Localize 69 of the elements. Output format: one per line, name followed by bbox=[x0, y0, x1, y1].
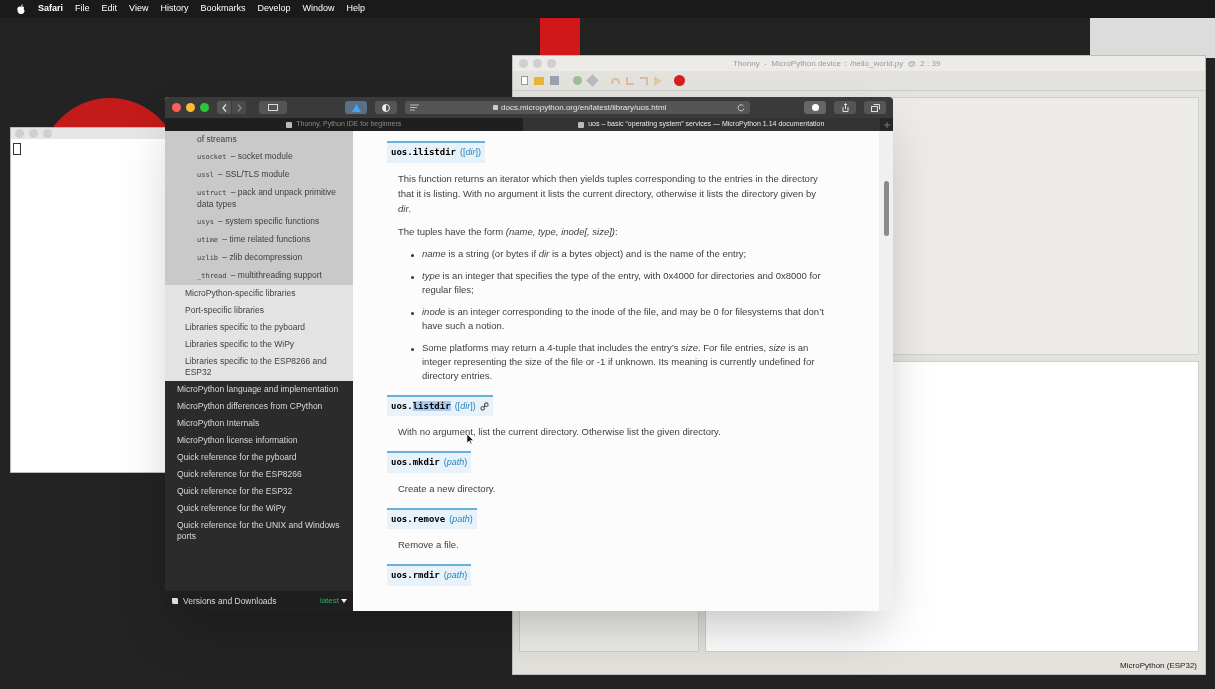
share-icon bbox=[841, 103, 849, 112]
shield-button[interactable] bbox=[375, 101, 397, 114]
address-bar[interactable]: docs.micropython.org/en/latest/library/uos.html bbox=[405, 101, 750, 114]
bullet-icon bbox=[411, 275, 414, 279]
bullet-text: inode is an integer corresponding to the inode of the file, and may be 0 for filesystems that don’t have such a notion. bbox=[422, 304, 825, 333]
menu-item[interactable]: Window bbox=[302, 2, 335, 16]
reader-icon bbox=[410, 104, 419, 111]
bullet-icon bbox=[411, 253, 414, 257]
bullet-icon bbox=[411, 347, 414, 351]
paragraph: Remove a file. bbox=[398, 538, 459, 552]
bullet-text: type is an integer that specifies the type of the entry, with 0x4000 for directories and 0x8000 for regular files; bbox=[422, 268, 822, 297]
plus-icon bbox=[883, 121, 890, 128]
menu-item[interactable]: History bbox=[160, 2, 189, 16]
back-button[interactable] bbox=[217, 101, 231, 114]
menu-item[interactable]: View bbox=[129, 2, 149, 16]
versions-link[interactable]: Versions and Downloads bbox=[183, 594, 277, 608]
function-signature: uos.ilistdir ([dir]) bbox=[387, 141, 486, 163]
menu-item[interactable]: Develop bbox=[257, 2, 291, 16]
text-cursor-icon bbox=[13, 143, 21, 155]
apple-logo-icon[interactable] bbox=[16, 3, 26, 15]
menu-item[interactable]: Help bbox=[346, 2, 365, 16]
download-button[interactable] bbox=[804, 101, 826, 114]
function-signature: uos.listdir ([dir]) bbox=[387, 394, 493, 416]
menu-item[interactable]: Bookmarks bbox=[200, 2, 246, 16]
tabs-icon bbox=[870, 103, 880, 112]
chevron-right-icon bbox=[236, 103, 242, 112]
menu-item[interactable]: File bbox=[75, 2, 90, 16]
favicon-icon bbox=[286, 121, 293, 128]
sidebar-link[interactable]: of streams bbox=[197, 134, 237, 145]
reload-icon bbox=[737, 103, 745, 112]
menu-item[interactable]: Edit bbox=[101, 2, 118, 16]
function-signature: uos.remove (path) bbox=[387, 507, 477, 529]
bullet-text: Some platforms may return a 4-tuple that includes the entry’s size. For file entries, size is an integer representing the size of the file or -1 if unknown. Its meaning is currently undefined for directory entries. bbox=[422, 340, 816, 383]
sidebar-link[interactable]: MicroPython language and implementation bbox=[177, 384, 339, 395]
paragraph: Create a new directory. bbox=[398, 481, 496, 496]
sidebar-link[interactable]: Quick reference for the pyboard bbox=[177, 452, 297, 463]
paragraph: With no argument, list the current directory. Otherwise list the given directory. bbox=[398, 425, 721, 439]
bullet-text: name is a string (or bytes if dir is a bytes object) and is the name of the entry; bbox=[422, 246, 747, 261]
scrollbar-thumb[interactable] bbox=[883, 181, 889, 236]
caret-icon bbox=[341, 599, 347, 603]
sidebar-link[interactable]: MicroPython license information bbox=[177, 435, 298, 446]
forward-button[interactable] bbox=[232, 101, 246, 114]
stop-icon[interactable] bbox=[674, 75, 685, 86]
window-title: Thonny - MicroPython device :: /hello_world.py @ 2 : 39 bbox=[733, 57, 941, 70]
function-signature: uos.mkdir (path) bbox=[387, 451, 472, 473]
warning-button[interactable] bbox=[345, 101, 367, 114]
version-selector[interactable]: latest bbox=[319, 595, 347, 607]
sidebar-icon bbox=[268, 104, 278, 111]
sidebar-link[interactable]: Quick reference for the WiPy bbox=[177, 503, 286, 514]
sidebar-link[interactable]: MicroPython differences from CPython bbox=[177, 401, 323, 412]
bullet-icon bbox=[411, 311, 414, 315]
sidebar-link[interactable]: Quick reference for the ESP32 bbox=[177, 486, 293, 497]
paragraph: The tuples have the form (name, type, inode[, size]): bbox=[398, 224, 618, 239]
function-signature: uos.rmdir (path) bbox=[387, 564, 472, 586]
new-tab-button[interactable] bbox=[880, 118, 893, 131]
sidebar-link[interactable]: Quick reference for the UNIX and Windows ports bbox=[177, 520, 345, 542]
tabs-button[interactable] bbox=[864, 101, 886, 114]
favicon-icon bbox=[578, 121, 585, 128]
sidebar-link[interactable]: MicroPython Internals bbox=[177, 418, 260, 429]
status-text: MicroPython (ESP32) bbox=[1120, 660, 1197, 672]
share-button[interactable] bbox=[834, 101, 856, 114]
menu-item[interactable]: Safari bbox=[38, 2, 63, 16]
sidebar-link[interactable]: Quick reference for the ESP8266 bbox=[177, 469, 302, 480]
triangle-icon bbox=[351, 103, 361, 112]
link-icon[interactable] bbox=[479, 401, 489, 411]
paragraph: This function returns an iterator which then yields tuples corresponding to the entries in the directory that it is listing. With no argument it lists the current directory, otherwise it lists the directory given by dir. bbox=[398, 171, 819, 216]
sidebar-toggle-button[interactable] bbox=[259, 101, 287, 114]
chevron-left-icon bbox=[221, 103, 227, 112]
url-text: docs.micropython.org/en/latest/library/uos.html bbox=[493, 101, 667, 114]
